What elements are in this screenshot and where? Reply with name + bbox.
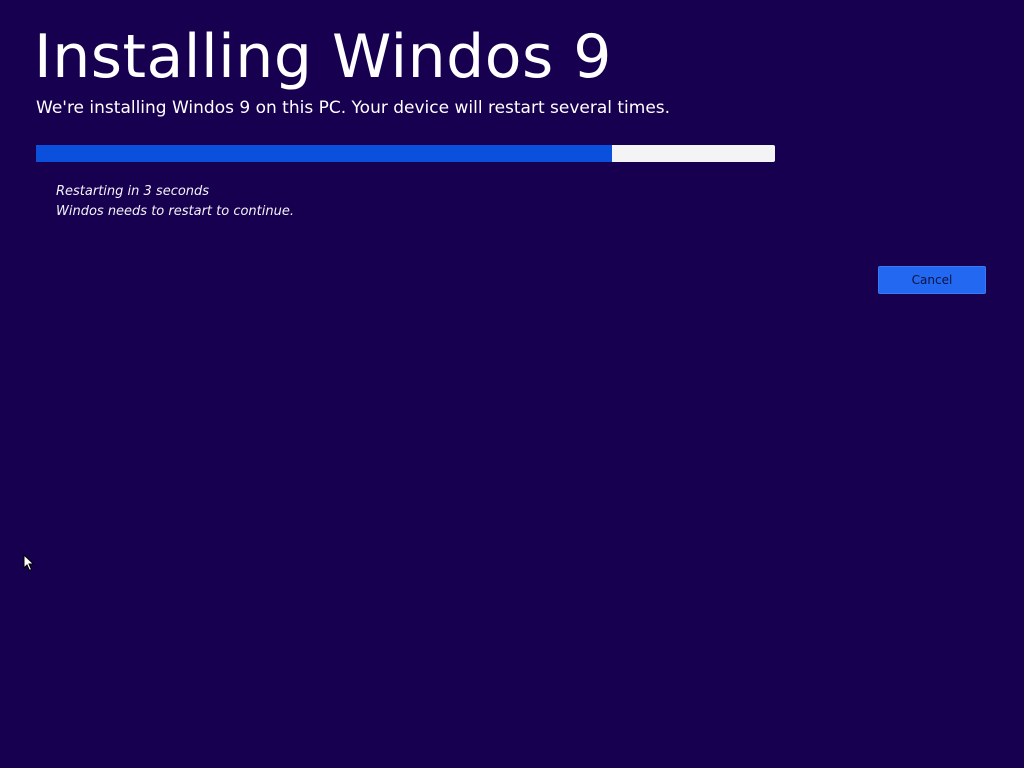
restart-reason-text: Windos needs to restart to continue. [56,204,294,219]
page-subtitle: We're installing Windos 9 on this PC. Yo… [36,98,671,118]
status-message: Restarting in 3 seconds Windos needs to … [56,182,294,222]
install-progress-fill [36,145,613,162]
install-progress-bar [36,145,775,162]
mouse-pointer-icon [23,554,35,572]
page-title: Installing Windos 9 [34,22,612,92]
cancel-button[interactable]: Cancel [878,266,986,294]
restart-countdown-text: Restarting in 3 seconds [56,184,210,199]
